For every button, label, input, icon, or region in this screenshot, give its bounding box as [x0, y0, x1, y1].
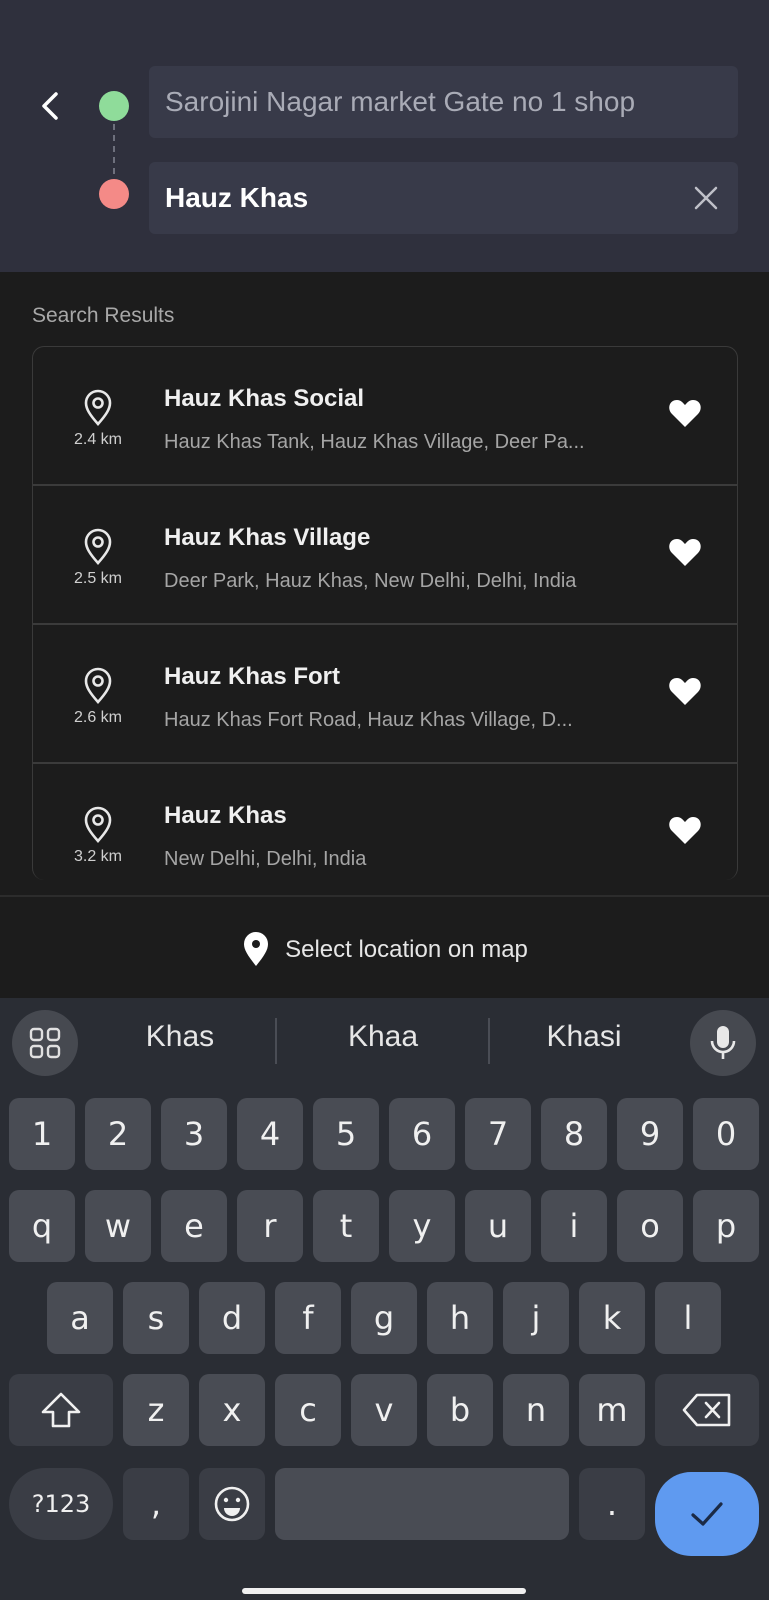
select-on-map-label: Select location on map: [285, 936, 528, 963]
home-indicator[interactable]: [242, 1588, 526, 1594]
key-c[interactable]: c: [275, 1374, 341, 1446]
voice-input-button[interactable]: [690, 1010, 756, 1076]
shift-key[interactable]: [9, 1374, 113, 1446]
key-v[interactable]: v: [351, 1374, 417, 1446]
key-a[interactable]: a: [47, 1282, 113, 1354]
period-key[interactable]: .: [579, 1468, 645, 1540]
suggestion-3[interactable]: Khasi: [484, 1020, 684, 1054]
key-3[interactable]: 3: [161, 1098, 227, 1170]
route-header: Sarojini Nagar market Gate no 1 shop Hau…: [0, 0, 769, 272]
key-7[interactable]: 7: [465, 1098, 531, 1170]
comma-key[interactable]: ,: [123, 1468, 189, 1540]
heart-icon[interactable]: [667, 536, 703, 568]
key-1[interactable]: 1: [9, 1098, 75, 1170]
result-title: Hauz Khas Village: [164, 524, 371, 551]
key-j[interactable]: j: [503, 1282, 569, 1354]
key-s[interactable]: s: [123, 1282, 189, 1354]
select-on-map-button[interactable]: Select location on map: [0, 930, 769, 970]
distance-label: 3.2 km: [73, 848, 122, 865]
apps-grid-button[interactable]: [12, 1010, 78, 1076]
key-r[interactable]: r: [237, 1190, 303, 1262]
distance-label: 2.4 km: [73, 431, 122, 448]
location-pin-icon: [84, 528, 112, 565]
route-connector: [113, 124, 115, 176]
key-k[interactable]: k: [579, 1282, 645, 1354]
shift-arrow-icon: [41, 1392, 81, 1428]
key-h[interactable]: h: [427, 1282, 493, 1354]
enter-key[interactable]: [655, 1472, 759, 1556]
distance-label: 2.5 km: [73, 570, 122, 587]
suggestion-divider: [275, 1018, 277, 1064]
key-w[interactable]: w: [85, 1190, 151, 1262]
backspace-key[interactable]: [655, 1374, 759, 1446]
key-5[interactable]: 5: [313, 1098, 379, 1170]
key-i[interactable]: i: [541, 1190, 607, 1262]
list-item[interactable]: 2.5 km Hauz Khas Village Deer Park, Hauz…: [33, 486, 737, 625]
key-o[interactable]: o: [617, 1190, 683, 1262]
list-item[interactable]: 3.2 km Hauz Khas New Delhi, Delhi, India: [33, 764, 737, 880]
key-n[interactable]: n: [503, 1374, 569, 1446]
checkmark-icon: [691, 1502, 723, 1526]
key-b[interactable]: b: [427, 1374, 493, 1446]
divider: [0, 895, 769, 897]
key-e[interactable]: e: [161, 1190, 227, 1262]
result-title: Hauz Khas: [164, 802, 287, 829]
key-u[interactable]: u: [465, 1190, 531, 1262]
distance-label: 2.6 km: [73, 709, 122, 726]
space-key[interactable]: [275, 1468, 569, 1540]
symbols-key[interactable]: ?123: [9, 1468, 113, 1540]
location-pin-icon: [84, 389, 112, 426]
key-x[interactable]: x: [199, 1374, 265, 1446]
result-address: New Delhi, Delhi, India: [164, 848, 367, 870]
suggestion-bar: Khas Khaa Khasi: [0, 998, 769, 1090]
map-pin-icon: [244, 932, 269, 966]
key-f[interactable]: f: [275, 1282, 341, 1354]
key-z[interactable]: z: [123, 1374, 189, 1446]
destination-dot-icon: [99, 179, 129, 209]
key-m[interactable]: m: [579, 1374, 645, 1446]
result-title: Hauz Khas Social: [164, 385, 365, 412]
result-title: Hauz Khas Fort: [164, 663, 341, 690]
key-8[interactable]: 8: [541, 1098, 607, 1170]
keyboard: Khas Khaa Khasi 1 2 3 4 5 6 7 8 9 0 q w …: [0, 998, 769, 1600]
origin-input[interactable]: Sarojini Nagar market Gate no 1 shop: [149, 66, 738, 138]
result-address: Hauz Khas Tank, Hauz Khas Village, Deer …: [164, 431, 585, 453]
key-t[interactable]: t: [313, 1190, 379, 1262]
results-list: 2.4 km Hauz Khas Social Hauz Khas Tank, …: [32, 346, 738, 880]
key-g[interactable]: g: [351, 1282, 417, 1354]
key-d[interactable]: d: [199, 1282, 265, 1354]
key-0[interactable]: 0: [693, 1098, 759, 1170]
result-address: Deer Park, Hauz Khas, New Delhi, Delhi, …: [164, 570, 577, 592]
result-address: Hauz Khas Fort Road, Hauz Khas Village, …: [164, 709, 573, 731]
origin-input-text: Sarojini Nagar market Gate no 1 shop: [165, 86, 636, 117]
location-pin-icon: [84, 806, 112, 843]
destination-input[interactable]: Hauz Khas: [149, 162, 738, 234]
heart-icon[interactable]: [667, 814, 703, 846]
back-arrow-icon[interactable]: [34, 86, 66, 126]
destination-input-text: Hauz Khas: [165, 182, 309, 213]
key-9[interactable]: 9: [617, 1098, 683, 1170]
key-q[interactable]: q: [9, 1190, 75, 1262]
key-y[interactable]: y: [389, 1190, 455, 1262]
suggestion-2[interactable]: Khaa: [283, 1020, 483, 1054]
microphone-icon: [710, 1026, 736, 1059]
key-6[interactable]: 6: [389, 1098, 455, 1170]
backspace-icon: [682, 1393, 731, 1427]
key-l[interactable]: l: [655, 1282, 721, 1354]
suggestion-1[interactable]: Khas: [80, 1020, 280, 1054]
heart-icon[interactable]: [667, 675, 703, 707]
location-pin-icon: [84, 667, 112, 704]
heart-icon[interactable]: [667, 397, 703, 429]
key-p[interactable]: p: [693, 1190, 759, 1262]
search-results-label: Search Results: [32, 304, 175, 327]
emoji-icon: [214, 1486, 250, 1522]
list-item[interactable]: 2.6 km Hauz Khas Fort Hauz Khas Fort Roa…: [33, 625, 737, 764]
origin-dot-icon: [99, 91, 129, 121]
emoji-key[interactable]: [199, 1468, 265, 1540]
key-2[interactable]: 2: [85, 1098, 151, 1170]
key-4[interactable]: 4: [237, 1098, 303, 1170]
grid-icon: [29, 1027, 61, 1059]
list-item[interactable]: 2.4 km Hauz Khas Social Hauz Khas Tank, …: [33, 347, 737, 486]
clear-icon[interactable]: [688, 180, 724, 216]
